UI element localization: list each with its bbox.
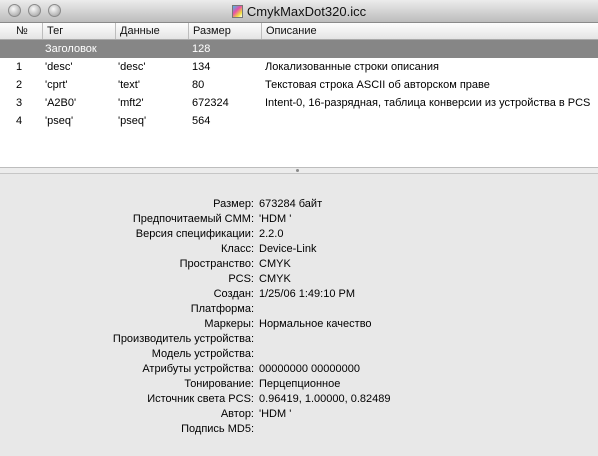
table-row[interactable]: 4 'pseq' 'pseq' 564 xyxy=(0,112,598,130)
info-value: 2.2.0 xyxy=(259,228,284,240)
info-row-platform: Платформа: xyxy=(0,302,598,317)
info-row-spec-version: Версия спецификации: 2.2.0 xyxy=(0,227,598,242)
info-value: Device-Link xyxy=(259,243,317,255)
table-header: № Тег Данные Размер Описание xyxy=(0,23,598,40)
info-row-preferred-cmm: Предпочитаемый CMM: 'HDM ' xyxy=(0,212,598,227)
cell-tag: 'A2B0' xyxy=(45,97,77,109)
info-value: 0.96419, 1.00000, 0.82489 xyxy=(259,393,391,405)
info-label: Предпочитаемый CMM: xyxy=(132,213,254,225)
table-row-header[interactable]: Заголовок 128 xyxy=(0,40,598,58)
info-row-rendering-intent: Тонирование: Перцепционное xyxy=(0,377,598,392)
info-row-created: Создан: 1/25/06 1:49:10 PM xyxy=(0,287,598,302)
info-label: Версия спецификации: xyxy=(135,228,254,240)
info-label: Производитель устройства: xyxy=(112,333,254,345)
cell-size: 564 xyxy=(192,115,211,127)
info-row-creator: Автор: 'HDM ' xyxy=(0,407,598,422)
info-value: 'HDM ' xyxy=(259,213,292,225)
info-row-size: Размер: 673284 байт xyxy=(0,197,598,212)
info-row-class: Класс: Device-Link xyxy=(0,242,598,257)
profile-info-panel: Размер: 673284 байт Предпочитаемый CMM: … xyxy=(0,174,598,456)
cell-number: 3 xyxy=(16,97,23,109)
cell-data: 'mft2' xyxy=(118,97,144,109)
info-value: 673284 байт xyxy=(259,198,323,210)
info-row-device-manufacturer: Производитель устройства: xyxy=(0,332,598,347)
column-header-number[interactable]: № xyxy=(12,23,43,39)
cell-number: 4 xyxy=(16,115,23,127)
cell-size: 134 xyxy=(192,61,211,73)
info-label: Размер: xyxy=(213,198,254,210)
profile-window: CmykMaxDot320.icc № Тег Данные Размер Оп… xyxy=(0,0,598,456)
pane-splitter[interactable] xyxy=(0,167,598,174)
cell-number: 2 xyxy=(16,79,23,91)
table-row[interactable]: 2 'cprt' 'text' 80 Текстовая строка ASCI… xyxy=(0,76,598,94)
column-header-tag[interactable]: Тег xyxy=(43,23,116,39)
info-row-flags: Маркеры: Нормальное качество xyxy=(0,317,598,332)
info-value: CMYK xyxy=(259,273,291,285)
info-label: Тонирование: xyxy=(184,378,254,390)
info-label: Платформа: xyxy=(190,303,254,315)
column-header-size[interactable]: Размер xyxy=(189,23,262,39)
info-row-device-attributes: Атрибуты устройства: 00000000 00000000 xyxy=(0,362,598,377)
cell-description: Локализованные строки описания xyxy=(265,61,439,73)
info-row-pcs-illuminant: Источник света PCS: 0.96419, 1.00000, 0.… xyxy=(0,392,598,407)
info-label: Модель устройства: xyxy=(151,348,254,360)
cell-tag: 'cprt' xyxy=(45,79,68,91)
cell-description xyxy=(265,112,598,130)
column-header-description[interactable]: Описание xyxy=(262,23,598,39)
cell-number xyxy=(16,40,40,58)
info-row-color-space: Пространство: CMYK xyxy=(0,257,598,272)
table-row[interactable]: 1 'desc' 'desc' 134 Локализованные строк… xyxy=(0,58,598,76)
cell-description: Текстовая строка ASCII об авторском прав… xyxy=(265,79,490,91)
window-title: CmykMaxDot320.icc xyxy=(246,4,367,19)
info-label: Атрибуты устройства: xyxy=(142,363,254,375)
splitter-grip-icon[interactable] xyxy=(296,169,299,172)
info-label: Автор: xyxy=(220,408,254,420)
info-value: CMYK xyxy=(259,258,291,270)
info-label: Источник света PCS: xyxy=(147,393,254,405)
window-title-wrap: CmykMaxDot320.icc xyxy=(0,4,598,19)
info-value: 'HDM ' xyxy=(259,408,292,420)
cell-data: 'desc' xyxy=(118,61,146,73)
cell-size: 128 xyxy=(192,43,211,55)
info-row-device-model: Модель устройства: xyxy=(0,347,598,362)
cell-data: 'pseq' xyxy=(118,115,147,127)
info-value: Нормальное качество xyxy=(259,318,372,330)
cell-description: Intent-0, 16-разрядная, таблица конверси… xyxy=(265,97,591,109)
info-value: 1/25/06 1:49:10 PM xyxy=(259,288,356,300)
info-row-md5-signature: Подпись MD5: xyxy=(0,422,598,437)
cell-data xyxy=(118,40,188,58)
cell-tag: 'desc' xyxy=(45,61,73,73)
info-label: Подпись MD5: xyxy=(181,423,254,435)
info-label: PCS: xyxy=(228,273,254,285)
cell-size: 672324 xyxy=(192,97,229,109)
tag-table: № Тег Данные Размер Описание Заголовок 1… xyxy=(0,23,598,167)
column-header-data[interactable]: Данные xyxy=(116,23,189,39)
cell-description xyxy=(265,40,598,58)
cell-tag: Заголовок xyxy=(45,43,97,55)
icc-file-icon xyxy=(231,5,243,18)
cell-data: 'text' xyxy=(118,79,140,91)
info-value: Перцепционное xyxy=(259,378,341,390)
info-label: Пространство: xyxy=(179,258,254,270)
cell-size: 80 xyxy=(192,79,205,91)
info-label: Класс: xyxy=(221,243,254,255)
info-label: Маркеры: xyxy=(204,318,254,330)
info-value: 00000000 00000000 xyxy=(259,363,360,375)
cell-number: 1 xyxy=(16,61,23,73)
info-label: Создан: xyxy=(213,288,254,300)
table-row[interactable]: 3 'A2B0' 'mft2' 672324 Intent-0, 16-разр… xyxy=(0,94,598,112)
cell-tag: 'pseq' xyxy=(45,115,74,127)
title-bar[interactable]: CmykMaxDot320.icc xyxy=(0,0,598,23)
info-row-pcs: PCS: CMYK xyxy=(0,272,598,287)
